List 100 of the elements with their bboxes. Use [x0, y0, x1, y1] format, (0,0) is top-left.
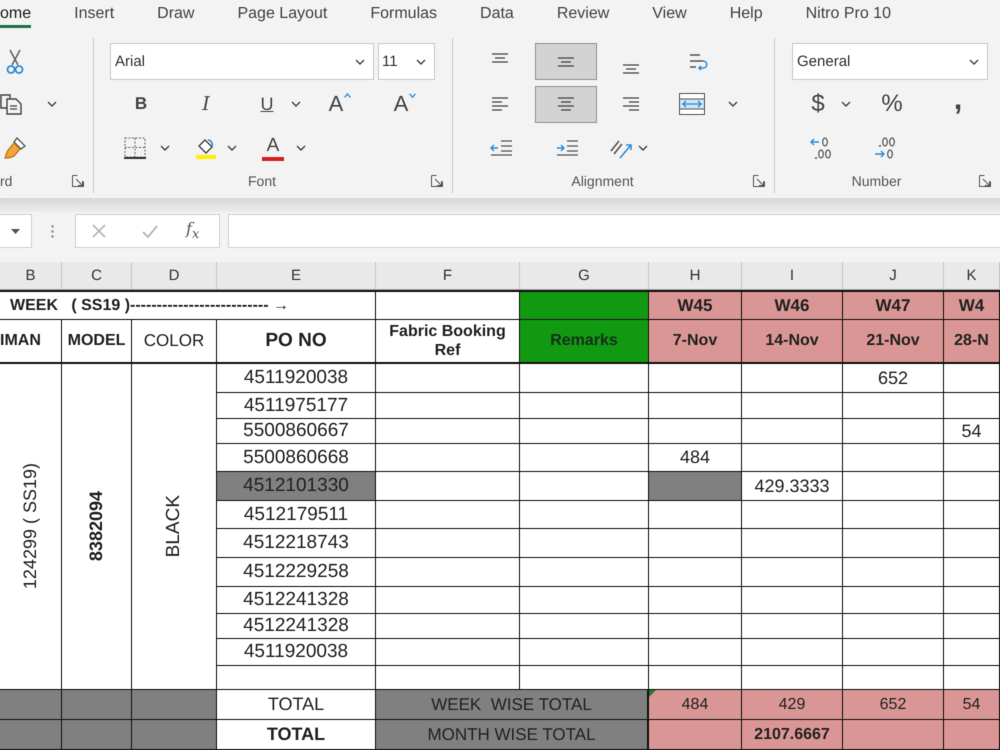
caret-icon[interactable]	[47, 101, 57, 107]
font-size-dropdown[interactable]: 11	[378, 43, 435, 80]
table-cell	[62, 720, 132, 750]
column-header[interactable]: C	[62, 262, 132, 289]
group-label: Number	[852, 173, 902, 189]
table-cell: 652	[843, 690, 944, 720]
table-cell: 28-N	[944, 320, 1000, 364]
triangle-marker-icon	[649, 690, 656, 697]
table-cell: W47	[843, 292, 944, 320]
table-cell: COLOR	[132, 320, 217, 364]
align-center-button[interactable]	[535, 86, 597, 122]
currency-button[interactable]: $	[806, 89, 830, 119]
ribbon-tab[interactable]: Page Layout	[237, 0, 328, 28]
column-header[interactable]: K	[944, 262, 1000, 289]
table-cell: 2107.6667	[742, 720, 843, 750]
ribbon-tab[interactable]: Review	[556, 0, 610, 28]
table-cell: 54	[944, 690, 1000, 720]
table-cell: 4512218743	[217, 529, 376, 558]
table-cell: 484	[649, 444, 742, 472]
align-right-icon	[623, 97, 639, 111]
table-cell: 124299 ( SS19)	[20, 463, 41, 590]
percent-button[interactable]: %	[877, 89, 907, 119]
caret-icon[interactable]	[638, 145, 648, 151]
copy-icon[interactable]	[0, 93, 24, 115]
ribbon-tab[interactable]: View	[652, 0, 687, 28]
column-header[interactable]: I	[742, 262, 843, 289]
decrease-indent-icon[interactable]	[490, 140, 512, 156]
table-cell	[0, 720, 62, 750]
table-cell: 429	[742, 690, 843, 720]
insert-function-button[interactable]: f$_{x}$	[186, 219, 200, 243]
table-cell: 4512101330	[217, 472, 376, 501]
borders-icon[interactable]	[124, 137, 146, 159]
ribbon-tab[interactable]: Formulas	[370, 0, 438, 28]
dialog-launcher-icon[interactable]	[431, 175, 443, 187]
dialog-launcher-icon[interactable]	[979, 175, 991, 187]
caret-icon[interactable]	[416, 58, 426, 64]
dialog-launcher-icon[interactable]	[72, 175, 84, 187]
underline-button[interactable]: U	[252, 89, 282, 119]
grow-font-button[interactable]: A	[323, 89, 357, 119]
ribbon-tab[interactable]: Draw	[157, 0, 194, 28]
italic-button[interactable]: I	[191, 89, 221, 119]
paintbrush-icon[interactable]	[4, 137, 26, 159]
comma-style-button[interactable]: ,	[946, 89, 970, 119]
more-options-icon[interactable]	[51, 224, 54, 238]
caret-icon[interactable]	[227, 145, 237, 151]
column-header[interactable]: G	[520, 262, 649, 289]
dialog-launcher-icon[interactable]	[753, 175, 765, 187]
bold-button[interactable]: B	[126, 89, 156, 119]
align-left-icon	[492, 97, 508, 111]
column-header[interactable]: E	[217, 262, 376, 289]
caret-icon[interactable]	[355, 58, 365, 64]
align-top-icon	[492, 53, 508, 63]
decrease-decimal-icon[interactable]	[874, 136, 896, 160]
font-name-dropdown[interactable]: Arial	[110, 43, 374, 80]
table-cell: 5500860668	[217, 444, 376, 472]
column-header[interactable]: D	[132, 262, 217, 289]
table-cell: 4511920038	[217, 364, 376, 393]
group-label: Alignment	[571, 173, 634, 189]
align-center-icon	[558, 97, 574, 111]
table-cell: W4	[944, 292, 1000, 320]
group-label: rd	[0, 173, 12, 189]
caret-icon[interactable]	[296, 145, 306, 151]
ribbon-tab[interactable]: Data	[480, 0, 514, 28]
ribbon-tab[interactable]: Help	[730, 0, 763, 28]
table-cell: TOTAL	[217, 720, 376, 750]
color-swatch-icon	[262, 156, 284, 160]
fill-color-icon[interactable]	[195, 137, 217, 159]
ribbon-tab[interactable]: ome	[0, 0, 32, 28]
ribbon-tab[interactable]: Nitro Pro 10	[806, 0, 891, 28]
table-cell: PO NO	[217, 320, 376, 364]
caret-icon[interactable]	[11, 228, 20, 234]
table-cell: 429.3333	[742, 472, 843, 501]
table-cell: 4512241328	[217, 614, 376, 639]
column-header[interactable]: J	[843, 262, 944, 289]
column-header[interactable]: F	[376, 262, 520, 289]
scissors-icon[interactable]	[6, 49, 24, 74]
table-cell: MONTH WISE TOTAL	[376, 720, 649, 750]
table-cell: 4511975177	[217, 393, 376, 419]
table-cell: 7-Nov	[649, 320, 742, 364]
increase-decimal-icon[interactable]	[810, 136, 832, 160]
formula-input[interactable]	[228, 214, 1000, 248]
caret-icon[interactable]	[291, 101, 301, 107]
caret-icon[interactable]	[969, 58, 979, 64]
number-format-dropdown[interactable]: General	[792, 43, 988, 80]
table-cell: WEEK WISE TOTAL	[376, 690, 649, 720]
table-cell: BLACK	[163, 495, 185, 558]
column-header[interactable]: H	[649, 262, 742, 289]
name-box-field[interactable]	[0, 214, 32, 248]
table-cell: Remarks	[520, 320, 649, 364]
ribbon-tab[interactable]: Insert	[74, 0, 114, 28]
wrap-text-icon[interactable]	[689, 52, 709, 72]
caret-icon[interactable]	[728, 101, 738, 107]
caret-icon[interactable]	[841, 101, 851, 107]
column-header[interactable]: B	[0, 262, 62, 289]
merge-center-icon[interactable]	[679, 93, 705, 115]
table-cell: W45	[649, 292, 742, 320]
shrink-font-button[interactable]: A	[388, 89, 422, 119]
font-color-button[interactable]: A	[261, 133, 285, 163]
caret-icon[interactable]	[160, 145, 170, 151]
increase-indent-icon[interactable]	[556, 140, 578, 156]
